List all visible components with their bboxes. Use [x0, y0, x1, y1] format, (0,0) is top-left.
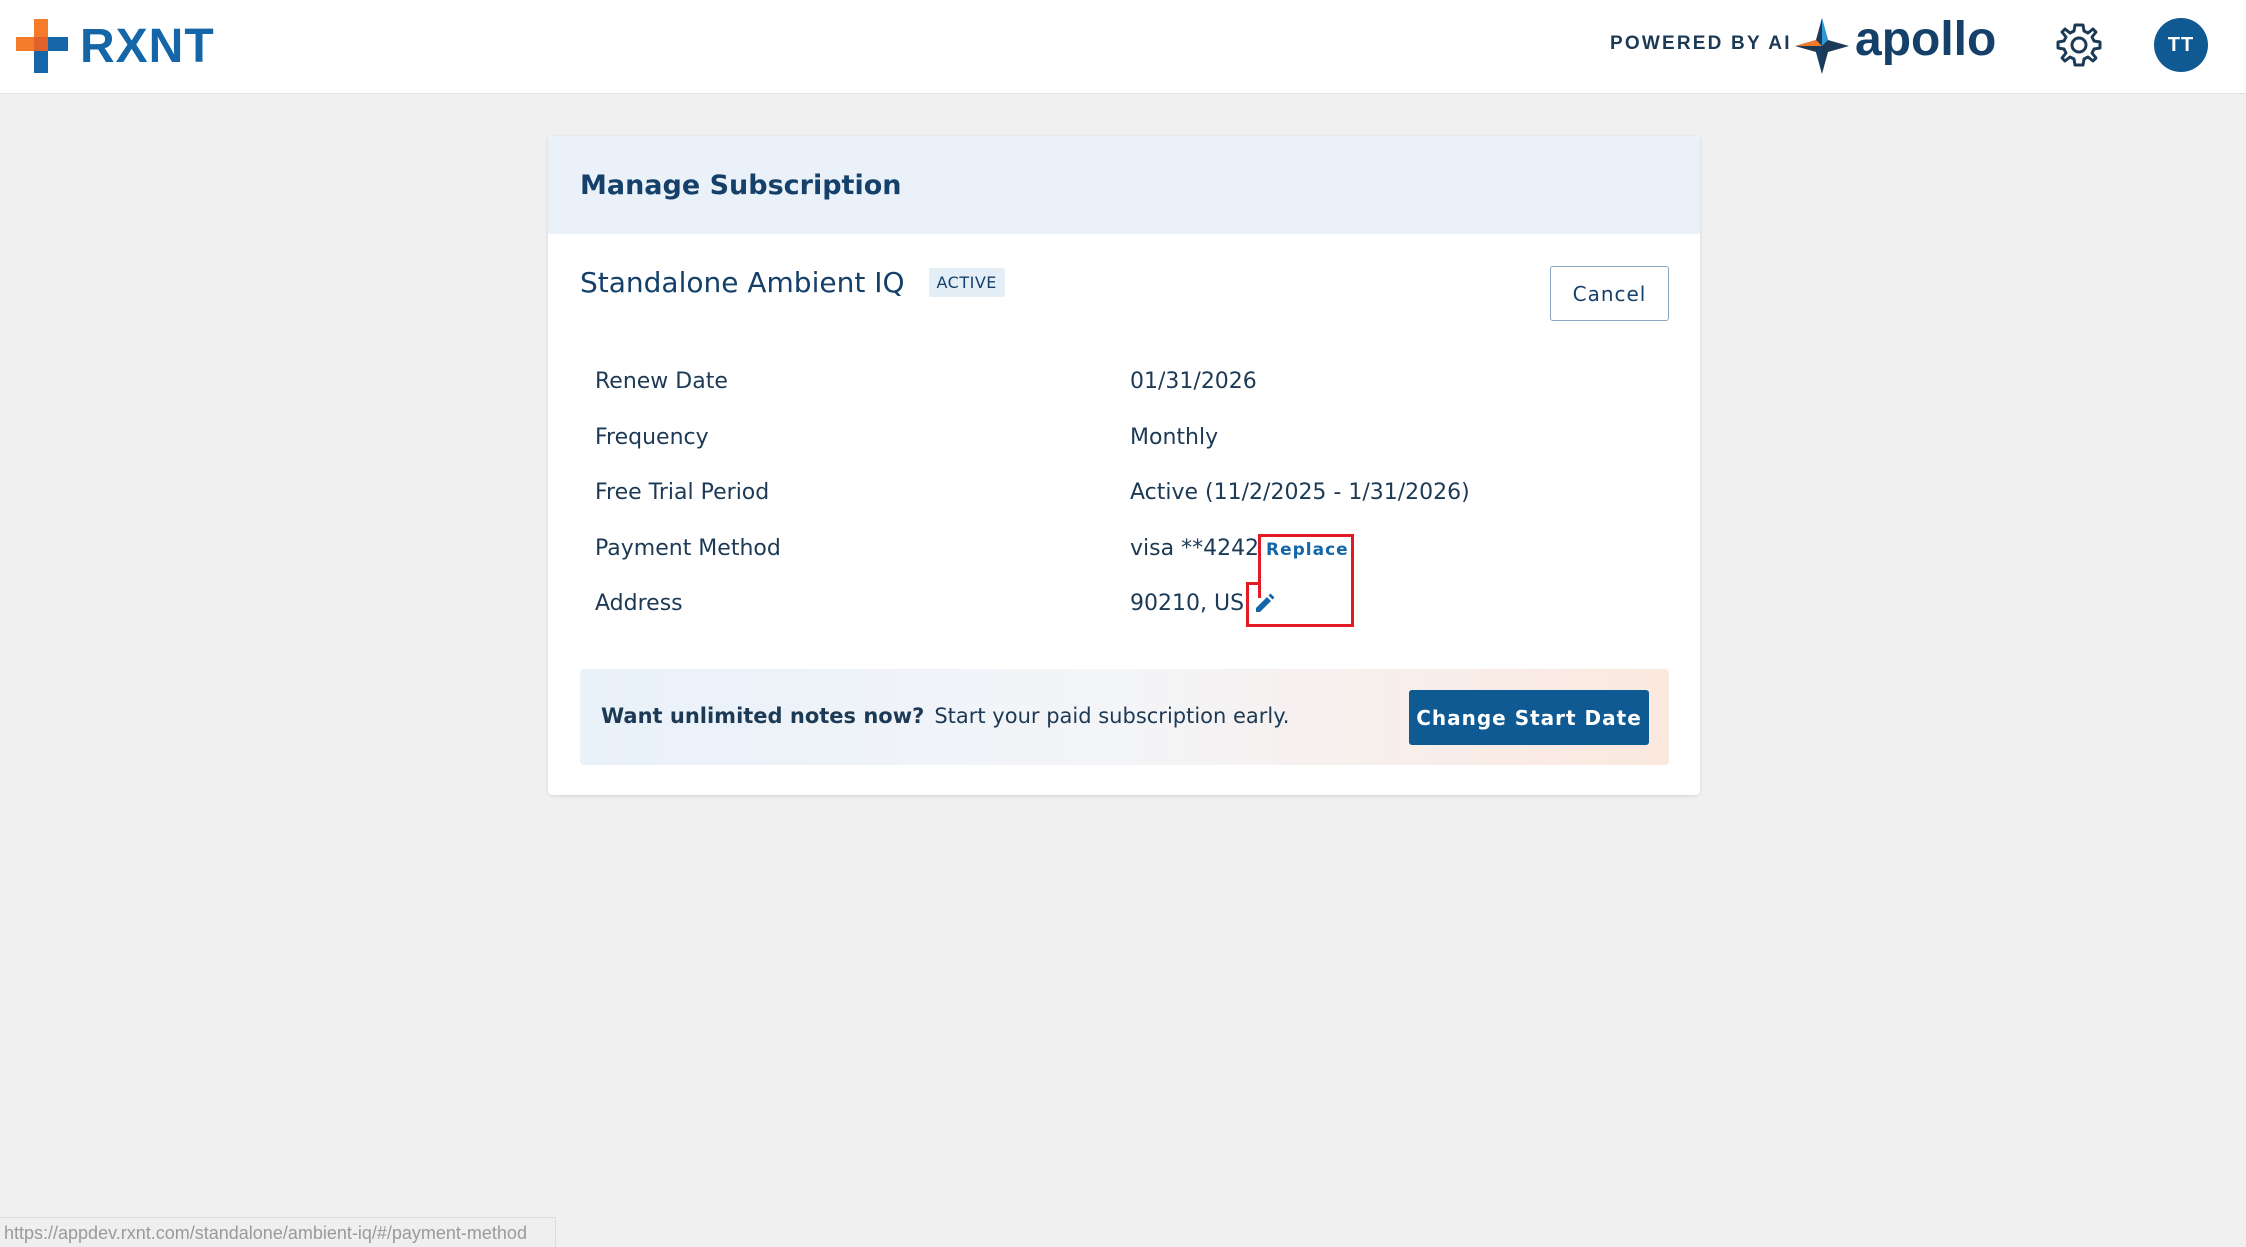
card-header: Manage Subscription	[548, 136, 1700, 234]
highlight-box-edit	[1246, 582, 1354, 627]
frequency-label: Frequency	[595, 425, 709, 450]
address-value: 90210, US	[1130, 591, 1245, 616]
payment-method-label: Payment Method	[595, 536, 781, 561]
cancel-button[interactable]: Cancel	[1550, 266, 1669, 321]
top-bar: RXNT POWERED BY AI apollo TT	[0, 0, 2246, 94]
payment-method-value: visa **4242	[1130, 536, 1260, 561]
free-trial-value: Active (11/2/2025 - 1/31/2026)	[1130, 480, 1470, 505]
frequency-value: Monthly	[1130, 425, 1219, 450]
renew-date-value: 01/31/2026	[1130, 369, 1257, 394]
manage-subscription-card: Manage Subscription Standalone Ambient I…	[548, 136, 1700, 795]
promo-headline: Want unlimited notes now?	[601, 704, 925, 728]
powered-by-label: POWERED BY AI	[1610, 33, 1792, 54]
user-avatar[interactable]: TT	[2154, 18, 2208, 72]
apollo-star-icon	[1795, 18, 1849, 74]
status-bar-url: https://appdev.rxnt.com/standalone/ambie…	[0, 1217, 556, 1247]
rxnt-cross-icon	[16, 19, 68, 73]
rxnt-logo[interactable]: RXNT	[16, 18, 215, 74]
gear-icon[interactable]	[2055, 21, 2103, 69]
subscription-title-row: Standalone Ambient IQ ACTIVE	[580, 266, 1005, 299]
address-label: Address	[595, 591, 683, 616]
apollo-wordmark: apollo	[1855, 13, 1997, 66]
brand-name: RXNT	[80, 19, 215, 73]
free-trial-label: Free Trial Period	[595, 480, 770, 505]
promo-body: Start your paid subscription early.	[934, 704, 1290, 728]
change-start-date-button[interactable]: Change Start Date	[1409, 690, 1649, 745]
status-badge: ACTIVE	[928, 268, 1005, 297]
renew-date-label: Renew Date	[595, 369, 728, 394]
subscription-name: Standalone Ambient IQ	[580, 266, 905, 299]
promo-banner: Want unlimited notes now? Start your paid…	[580, 669, 1669, 765]
page-title: Manage Subscription	[580, 169, 902, 201]
highlight-box-join	[1246, 582, 1261, 585]
promo-text: Want unlimited notes now? Start your paid…	[601, 704, 1289, 728]
